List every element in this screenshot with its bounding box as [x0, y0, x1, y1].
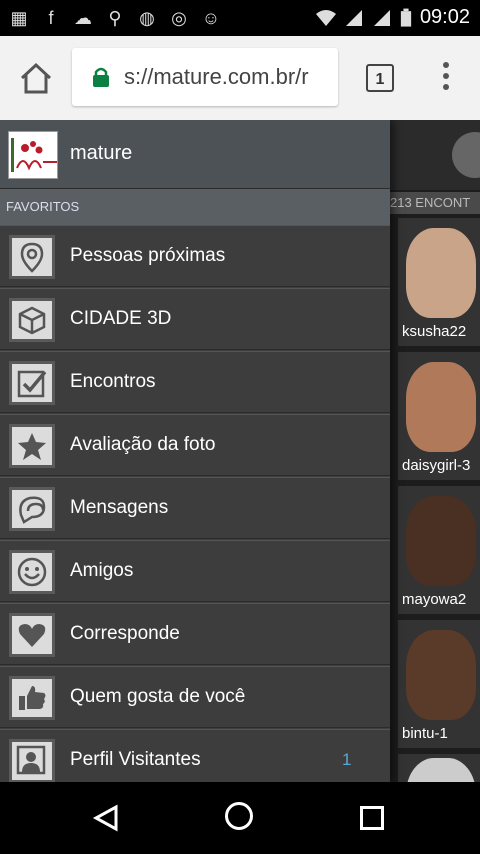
- menu-item-label: Perfil Visitantes: [70, 749, 201, 770]
- profile-photo: [406, 758, 476, 782]
- signal-icon-2: [373, 9, 390, 26]
- smiley-icon: [9, 550, 55, 594]
- profile-card[interactable]: mayowa2: [398, 486, 480, 614]
- menu-item-label: Encontros: [70, 371, 156, 392]
- emoji-icon: ☺: [201, 8, 221, 28]
- url-text: s://mature.com.br/r: [124, 64, 309, 89]
- heart-icon: [9, 613, 55, 657]
- thumbs-up-icon: [9, 676, 55, 720]
- menu-item-label: Amigos: [70, 560, 134, 581]
- location-pin-icon: [9, 235, 55, 279]
- whatsapp-icon: ◎: [171, 8, 187, 28]
- drawer-header[interactable]: mature: [0, 120, 390, 189]
- profile-photo: [406, 630, 476, 720]
- url-bar[interactable]: s://mature.com.br/r: [72, 48, 338, 106]
- signal-icon: [345, 9, 362, 26]
- page-content: 213 ENCONT ksusha22 daisygirl-3 mayowa2 …: [0, 120, 480, 782]
- profile-name: ksusha22: [402, 323, 467, 340]
- profile-name: daisygirl-3: [402, 457, 471, 474]
- profile-photo: [406, 228, 476, 318]
- message-icon: ▦: [10, 8, 28, 28]
- system-nav-bar: [0, 782, 480, 854]
- site-logo: [8, 131, 58, 179]
- profile-card[interactable]: daisygirl-3: [398, 352, 480, 480]
- menu-item-photo-rating[interactable]: Avaliação da foto: [0, 414, 390, 476]
- menu-item-friends[interactable]: Amigos: [0, 540, 390, 602]
- menu-item-encounters[interactable]: Encontros: [0, 351, 390, 413]
- home-nav-icon[interactable]: [225, 802, 253, 830]
- menu-item-label: Pessoas próximas: [70, 245, 226, 266]
- menu-item-label: Mensagens: [70, 497, 169, 518]
- menu-item-label: CIDADE 3D: [70, 308, 172, 329]
- navigation-drawer: mature FAVORITOS Pessoas próximas CIDADE…: [0, 120, 390, 782]
- visitors-icon: [9, 739, 55, 782]
- visitors-count-badge: 1: [342, 750, 352, 769]
- back-icon[interactable]: [92, 804, 120, 832]
- rake-icon: ⚲: [108, 8, 122, 28]
- section-header: FAVORITOS: [0, 189, 390, 225]
- checkmark-icon: [9, 361, 55, 405]
- profile-name: bintu-1: [402, 725, 448, 742]
- profile-photo: [406, 496, 476, 586]
- drawer-title: mature: [70, 142, 133, 164]
- lock-icon: [93, 67, 109, 87]
- profile-card[interactable]: bintu-1: [398, 620, 480, 748]
- encounters-count: 213 ENCONT: [390, 192, 480, 214]
- profile-card[interactable]: [398, 754, 480, 782]
- profile-name: mayowa2: [402, 591, 467, 608]
- menu-item-messages[interactable]: Mensagens: [0, 477, 390, 539]
- star-icon: [9, 424, 55, 468]
- tab-switcher-button[interactable]: 1: [366, 64, 394, 92]
- menu-item-profile-visitors[interactable]: Perfil Visitantes 1: [0, 729, 390, 782]
- menu-item-who-likes-you[interactable]: Quem gosta de você: [0, 666, 390, 728]
- overflow-menu-icon[interactable]: [440, 62, 452, 94]
- menu-item-nearby-people[interactable]: Pessoas próximas: [0, 225, 390, 287]
- messenger-icon: ◍: [139, 8, 155, 28]
- profile-card[interactable]: ksusha22: [398, 218, 480, 346]
- browser-toolbar: s://mature.com.br/r 1: [0, 36, 480, 121]
- menu-item-label: Quem gosta de você: [70, 686, 246, 707]
- facebook-icon: f: [48, 8, 54, 28]
- battery-icon: [400, 8, 412, 27]
- cube-icon: [9, 298, 55, 342]
- chat-bubbles-icon: [9, 487, 55, 531]
- menu-item-label: Avaliação da foto: [70, 434, 216, 455]
- notification-icons: ▦ f ☁ ⚲ ◍ ◎ ☺: [8, 8, 222, 28]
- profile-photo: [406, 362, 476, 452]
- home-icon[interactable]: [14, 58, 58, 98]
- clock: 09:02: [419, 6, 470, 28]
- menu-item-matches[interactable]: Corresponde: [0, 603, 390, 665]
- menu-item-3d-city[interactable]: CIDADE 3D: [0, 288, 390, 350]
- cloud-icon: ☁: [74, 8, 92, 28]
- recent-apps-icon[interactable]: [360, 806, 384, 830]
- wifi-icon: [315, 9, 336, 26]
- menu-item-label: Corresponde: [70, 623, 180, 644]
- status-bar: ▦ f ☁ ⚲ ◍ ◎ ☺ 09:02: [0, 0, 480, 36]
